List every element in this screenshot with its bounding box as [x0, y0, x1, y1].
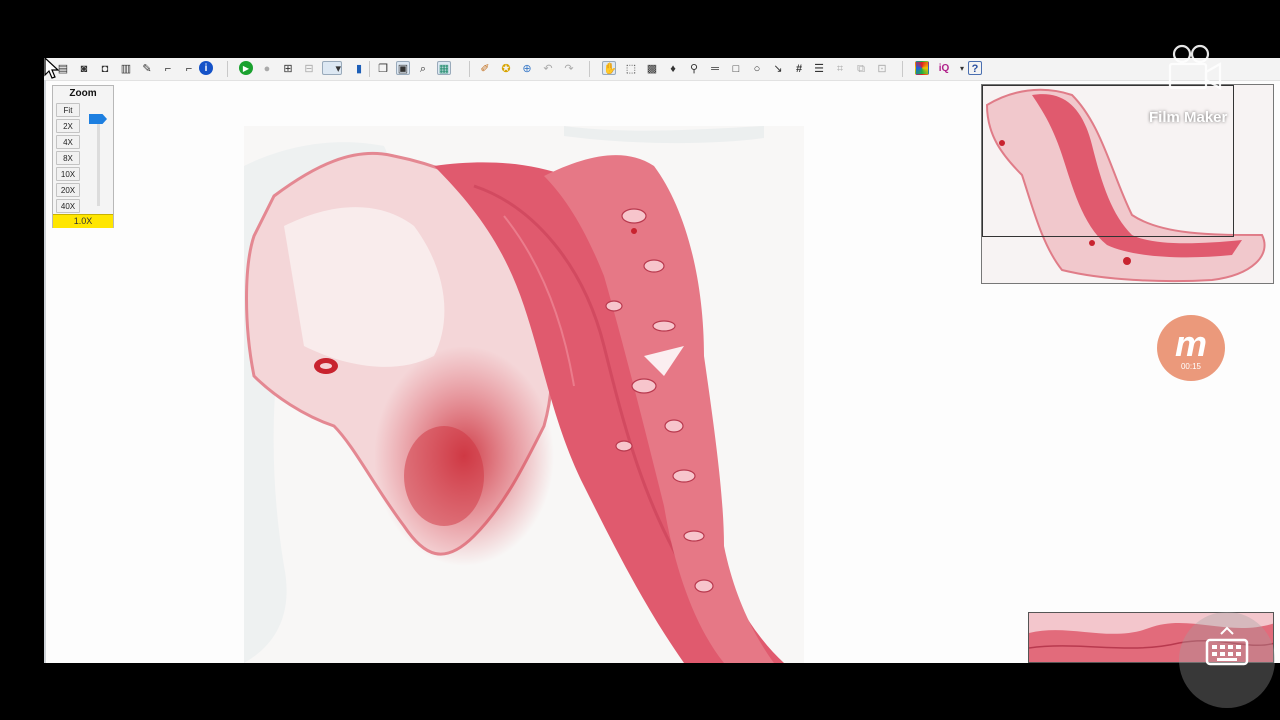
- zoom-panel: Zoom Fit 2X 4X 8X 10X 20X 40X 1.0X: [52, 85, 114, 228]
- toolbar-separator: [227, 61, 228, 77]
- stop-icon[interactable]: ●: [260, 61, 274, 75]
- color-icon[interactable]: ■: [915, 61, 929, 75]
- layout-icon[interactable]: ⊞: [281, 61, 295, 75]
- play-icon[interactable]: ▶: [239, 61, 253, 75]
- film-maker-watermark: Film Maker: [1149, 109, 1228, 126]
- zoom-title: Zoom: [69, 88, 97, 99]
- zoom-10x-button[interactable]: 10X: [56, 167, 80, 181]
- viewer-left-border: [44, 80, 46, 663]
- rectangle-icon[interactable]: □: [729, 61, 743, 75]
- recorder-time: 00:15: [1180, 362, 1202, 371]
- film-maker-camera-icon: [1168, 44, 1222, 90]
- tree-icon-2[interactable]: ⌐: [182, 61, 196, 75]
- toolbar-separator: [902, 61, 903, 77]
- overview-thumbnail[interactable]: [981, 84, 1274, 284]
- recorder-logo-icon: m: [1174, 323, 1207, 364]
- capture-icon[interactable]: ▩: [645, 61, 659, 75]
- zoom-4x-button[interactable]: 4X: [56, 135, 80, 149]
- hand-icon[interactable]: ✋: [602, 61, 617, 75]
- recorder-badge[interactable]: m 00:15: [1157, 315, 1225, 381]
- iq-icon[interactable]: iQ: [935, 61, 953, 75]
- crop-icon[interactable]: ⌗: [833, 61, 847, 75]
- split-icon[interactable]: ⊟: [302, 61, 316, 75]
- keyboard-icon: [1205, 626, 1249, 666]
- window-icon[interactable]: ▣: [396, 61, 410, 75]
- camera-icon[interactable]: ◙: [77, 61, 91, 75]
- screen-icon[interactable]: ▦: [437, 61, 451, 75]
- print-icon[interactable]: ▥: [119, 61, 133, 75]
- zoom-2x-button[interactable]: 2X: [56, 119, 80, 133]
- select-dropdown-icon[interactable]: ▾: [322, 61, 342, 75]
- zoom-20x-button[interactable]: 20X: [56, 183, 80, 197]
- keyboard-button[interactable]: [1179, 612, 1275, 708]
- measure-pen-icon[interactable]: ⚲: [687, 61, 701, 75]
- bookmark-icon[interactable]: ▮: [352, 61, 366, 75]
- grid-icon[interactable]: ⊕: [520, 61, 534, 75]
- zoom-fit-button[interactable]: Fit: [56, 103, 80, 117]
- undo-icon[interactable]: ↶: [541, 61, 555, 75]
- search-icon[interactable]: ⌕: [416, 61, 430, 75]
- ruler-icon[interactable]: ═: [708, 61, 722, 75]
- snapshot-icon[interactable]: ◘: [98, 61, 112, 75]
- arrow-icon[interactable]: ↘: [771, 61, 785, 75]
- mouse-cursor-icon: [44, 57, 60, 79]
- copy-icon[interactable]: ❐: [376, 61, 390, 75]
- overview-viewport-frame[interactable]: [982, 85, 1234, 237]
- tree-icon[interactable]: ⌐: [161, 61, 175, 75]
- list-icon[interactable]: ☰: [812, 61, 826, 75]
- hash-grid-icon[interactable]: #: [792, 61, 806, 75]
- slide-viewer-window: ▤ ◙ ◘ ▥ ✎ ⌐ ⌐ i ▶ ● ⊞ ⊟ ▾ ▮ ❐ ▣ ⌕ ▦ ✐ ✪ …: [44, 58, 1280, 663]
- zoom-slider-thumb[interactable]: [89, 114, 107, 124]
- zoom-level-indicator: 1.0X: [53, 214, 113, 228]
- toolbar-separator: [369, 61, 370, 77]
- redo-icon[interactable]: ↷: [562, 61, 576, 75]
- stamp-icon[interactable]: ✪: [499, 61, 513, 75]
- zoom-slider-track[interactable]: [97, 114, 100, 206]
- help-icon[interactable]: ?: [968, 61, 982, 75]
- slide-image[interactable]: [244, 126, 804, 663]
- edit-icon[interactable]: ✐: [478, 61, 492, 75]
- toolbar: ▤ ◙ ◘ ▥ ✎ ⌐ ⌐ i ▶ ● ⊞ ⊟ ▾ ▮ ❐ ▣ ⌕ ▦ ✐ ✪ …: [44, 58, 1280, 81]
- pin-icon[interactable]: ♦: [666, 61, 680, 75]
- dropdown-arrow-icon[interactable]: ▾: [955, 61, 969, 75]
- annotate-icon[interactable]: ✎: [140, 61, 154, 75]
- toolbar-separator: [469, 61, 470, 77]
- info-icon[interactable]: i: [199, 61, 213, 75]
- ellipse-icon[interactable]: ○: [750, 61, 764, 75]
- zoom-8x-button[interactable]: 8X: [56, 151, 80, 165]
- zoom-40x-button[interactable]: 40X: [56, 199, 80, 213]
- select-region-icon[interactable]: ⬚: [624, 61, 638, 75]
- toolbar-separator: [589, 61, 590, 77]
- duplicate-icon[interactable]: ⧉: [854, 61, 868, 75]
- tile-icon[interactable]: ⊡: [875, 61, 889, 75]
